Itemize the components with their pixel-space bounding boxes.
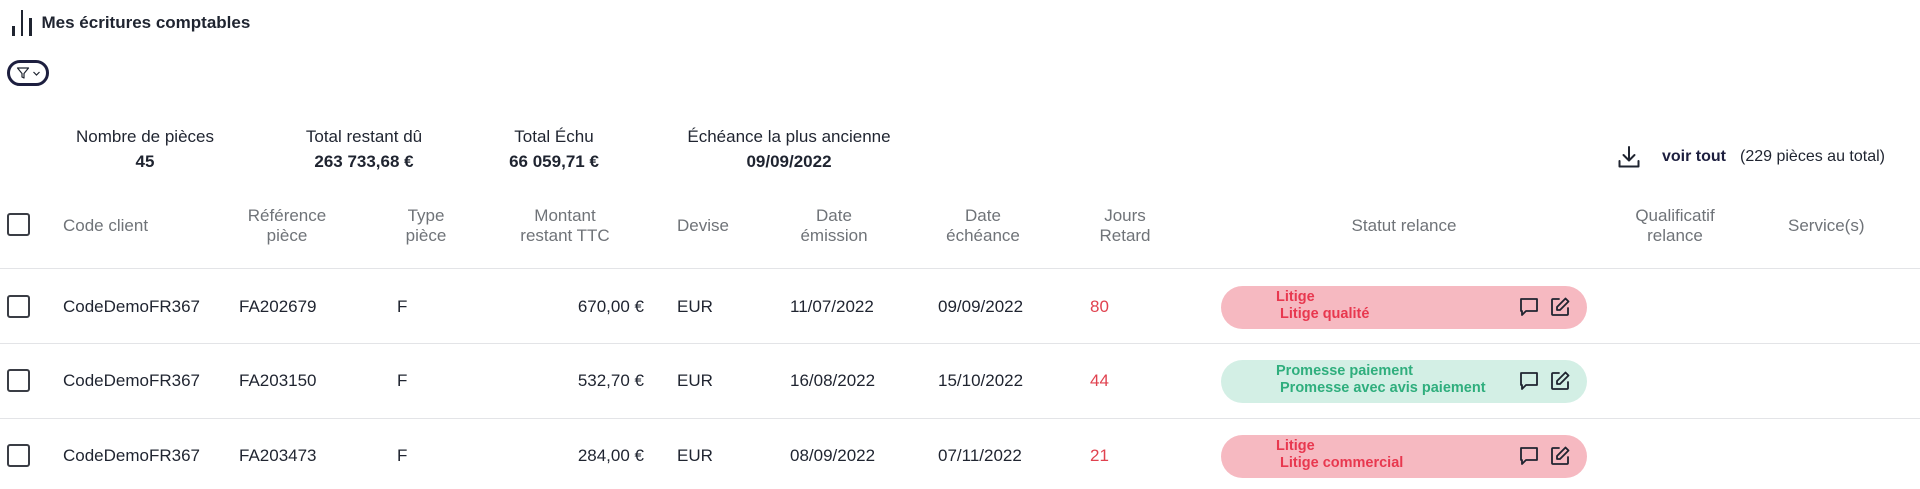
row-divider [0, 418, 1920, 419]
bar-chart-icon [12, 10, 32, 36]
statut-label: Promesse paiement [1276, 363, 1414, 379]
statut-label: Litige [1276, 438, 1315, 454]
cell-montant: 284,00 € [577, 446, 644, 465]
row-divider [0, 268, 1920, 269]
cell-jours-retard: 80 [1090, 297, 1109, 316]
summary-value: 09/09/2022 [746, 152, 832, 171]
cell-type: F [397, 297, 408, 316]
page-header: Mes écritures comptables [12, 10, 250, 36]
total-pieces-count: (229 pièces au total) [1740, 148, 1885, 165]
row-checkbox[interactable] [7, 444, 30, 467]
col-header-statut-relance[interactable]: Statut relance [1304, 216, 1504, 236]
cell-code-client: CodeDemoFR367 [63, 371, 201, 390]
edit-icon[interactable] [1548, 444, 1572, 468]
col-header-line: relance [1647, 226, 1703, 245]
col-header-line: pièce [266, 226, 308, 245]
summary-label: Échéance la plus ancienne [687, 127, 891, 146]
voir-tout-link[interactable]: voir tout [1662, 148, 1726, 166]
cell-jours-retard: 44 [1090, 371, 1109, 390]
summary-value: 263 733,68 € [314, 152, 414, 171]
summary-value: 66 059,71 € [509, 152, 599, 171]
summary-total-echu: Total Échu 66 059,71 € [490, 127, 618, 172]
row-divider [0, 343, 1920, 344]
edit-icon[interactable] [1548, 295, 1572, 319]
col-header-montant[interactable]: Montant restant TTC [508, 206, 622, 246]
cell-date-echeance: 07/11/2022 [938, 446, 1022, 465]
col-header-line: Référence [247, 206, 327, 225]
col-header-date-echeance[interactable]: Date échéance [933, 206, 1033, 246]
cell-date-emission: 08/09/2022 [790, 446, 876, 465]
summary-label: Nombre de pièces [76, 127, 214, 146]
export-area: voir tout (229 pièces au total) [1616, 144, 1885, 170]
cell-devise: EUR [677, 446, 713, 465]
col-header-date-emission[interactable]: Date émission [784, 206, 884, 246]
download-icon[interactable] [1616, 144, 1642, 170]
col-header-line: pièce [405, 226, 447, 245]
sous-statut-label: Litige commercial [1280, 455, 1404, 471]
cell-type: F [397, 446, 408, 465]
cell-reference: FA203150 [239, 371, 317, 390]
statut-relance-badge: Promesse paiement Promesse avec avis pai… [1221, 360, 1587, 403]
col-header-type[interactable]: Type pièce [390, 206, 462, 246]
row-checkbox[interactable] [7, 369, 30, 392]
chevron-down-icon [32, 71, 40, 76]
cell-date-echeance: 15/10/2022 [938, 371, 1024, 390]
col-header-reference[interactable]: Référence pièce [236, 206, 338, 246]
col-header-devise[interactable]: Devise [677, 216, 729, 236]
comment-icon[interactable] [1517, 444, 1541, 468]
summary-value: 45 [135, 152, 155, 171]
col-header-line: Retard [1099, 226, 1151, 245]
comment-icon[interactable] [1517, 369, 1541, 393]
col-header-services[interactable]: Service(s) [1788, 216, 1865, 236]
sous-statut-label: Litige qualité [1280, 306, 1370, 322]
statut-relance-badge: Litige Litige qualité [1221, 286, 1587, 329]
col-header-line: Qualificatif [1635, 206, 1715, 225]
col-header-line: Montant [534, 206, 596, 225]
cell-jours-retard: 21 [1090, 446, 1109, 465]
col-header-qualificatif[interactable]: Qualificatif relance [1620, 206, 1730, 246]
filter-button[interactable] [7, 60, 49, 86]
cell-date-emission: 16/08/2022 [790, 371, 876, 390]
summary-nombre-pieces: Nombre de pièces 45 [52, 127, 238, 172]
col-header-jours-retard[interactable]: Jours Retard [1085, 206, 1165, 246]
col-header-line: Jours [1104, 206, 1146, 225]
sous-statut-label: Promesse avec avis paiement [1280, 380, 1486, 396]
statut-relance-badge: Litige Litige commercial [1221, 435, 1587, 478]
page-title: Mes écritures comptables [41, 13, 251, 32]
col-header-line: émission [800, 226, 868, 245]
cell-code-client: CodeDemoFR367 [63, 297, 201, 316]
cell-code-client: CodeDemoFR367 [63, 446, 201, 465]
col-header-line: restant TTC [520, 226, 610, 245]
cell-montant: 670,00 € [577, 297, 644, 316]
edit-icon[interactable] [1548, 369, 1572, 393]
cell-type: F [397, 371, 408, 390]
cell-montant: 532,70 € [577, 371, 644, 390]
cell-devise: EUR [677, 371, 713, 390]
col-header-line: Date [965, 206, 1001, 225]
cell-reference: FA203473 [239, 446, 317, 465]
col-header-line: Type [407, 206, 445, 225]
summary-label: Total Échu [514, 127, 594, 146]
row-checkbox[interactable] [7, 295, 30, 318]
filter-icon [16, 67, 29, 79]
statut-label: Litige [1276, 289, 1315, 305]
summary-total-restant: Total restant dû 263 733,68 € [284, 127, 444, 172]
cell-date-emission: 11/07/2022 [790, 297, 874, 316]
col-header-code-client[interactable]: Code client [63, 216, 148, 236]
select-all-checkbox[interactable] [7, 213, 30, 236]
summary-label: Total restant dû [305, 127, 423, 146]
cell-devise: EUR [677, 297, 713, 316]
cell-reference: FA202679 [239, 297, 317, 316]
cell-date-echeance: 09/09/2022 [938, 297, 1024, 316]
col-header-line: échéance [946, 226, 1020, 245]
col-header-line: Date [816, 206, 852, 225]
comment-icon[interactable] [1517, 295, 1541, 319]
summary-echeance-ancienne: Échéance la plus ancienne 09/09/2022 [672, 127, 906, 172]
